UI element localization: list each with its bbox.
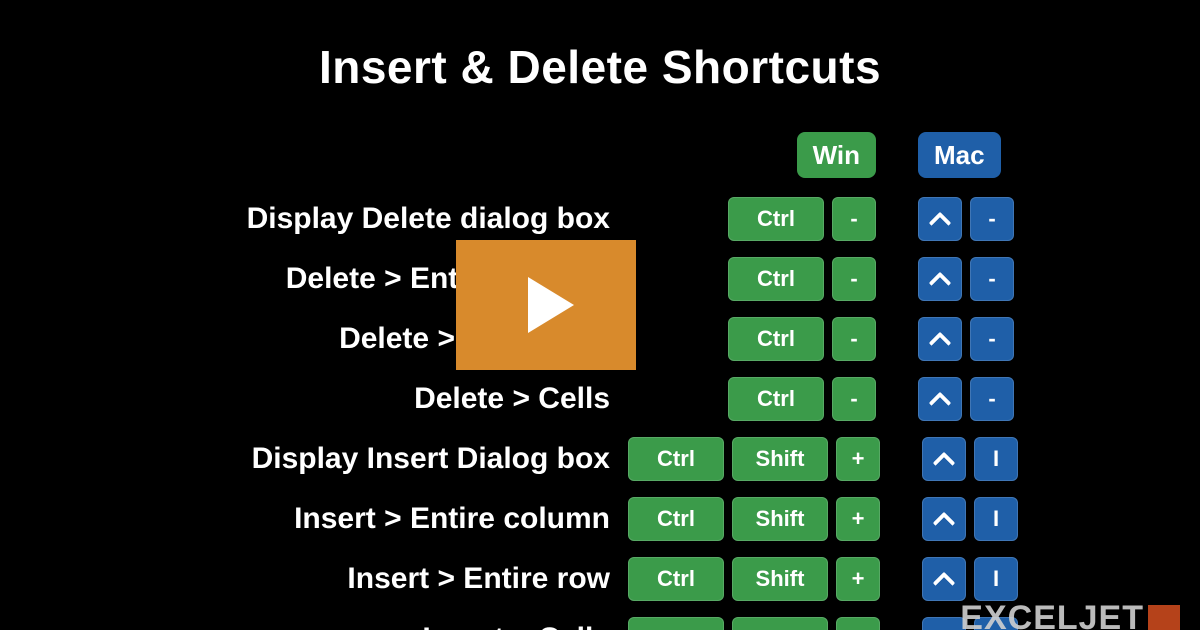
mac-keys: - [918,317,1066,361]
shortcut-label: Display Delete dialog box [0,202,628,236]
key--: - [970,377,1014,421]
mac-keys: - [918,197,1066,241]
header-win: Win [797,132,876,178]
key-^ [922,497,966,541]
watermark-text: EXCELJET [960,599,1144,630]
control-chevron-icon [933,568,955,590]
win-keys: Ctrl- [628,197,876,241]
key-^ [918,377,962,421]
play-icon [528,277,574,333]
header-mac: Mac [918,132,1001,178]
mac-keys: - [918,257,1066,301]
key-^ [918,317,962,361]
control-chevron-icon [929,328,951,350]
key-i: I [974,437,1018,481]
key--: - [832,317,876,361]
win-keys: Ctrl Shift + [628,617,880,630]
control-chevron-icon [929,208,951,230]
shortcut-label: Display Insert Dialog box [0,442,628,476]
shortcut-row: Display Delete dialog boxCtrl-- [0,194,1140,244]
shortcut-label: Insert > Cells [0,622,628,630]
shortcut-row: Delete > CellsCtrl-- [0,374,1140,424]
control-chevron-icon [929,268,951,290]
control-chevron-icon [929,388,951,410]
shortcut-row: Insert > Entire rowCtrlShift+ I [0,554,1140,604]
win-keys: Ctrl- [628,377,876,421]
key-ctrl: Ctrl [628,617,724,630]
key-^ [922,437,966,481]
key-i: I [974,497,1018,541]
key-ctrl: Ctrl [628,437,724,481]
win-keys: CtrlShift+ [628,497,880,541]
key-^ [918,197,962,241]
mac-keys: I [922,497,1070,541]
shortcut-label: Delete > Cells [0,382,628,416]
key-i: I [974,557,1018,601]
watermark-logo-icon [1148,605,1180,630]
mac-keys: - [918,377,1066,421]
key--: - [970,317,1014,361]
control-chevron-icon [933,508,955,530]
shortcut-row: Display Insert Dialog boxCtrlShift+ I [0,434,1140,484]
shortcut-table: Win Mac Display Delete dialog boxCtrl--D… [0,130,1200,630]
key-ctrl: Ctrl [728,197,824,241]
slide-title: Insert & Delete Shortcuts [0,0,1200,94]
key-+: + [836,437,880,481]
key-+: + [836,617,880,630]
control-chevron-icon [933,448,955,470]
key-shift: Shift [732,497,828,541]
win-keys: CtrlShift+ [628,557,880,601]
win-keys: Ctrl- [628,317,876,361]
mac-keys: I [922,437,1070,481]
mac-keys: I [922,557,1070,601]
key--: - [832,197,876,241]
key--: - [832,257,876,301]
key-shift: Shift [732,557,828,601]
key-ctrl: Ctrl [628,557,724,601]
shortcut-label: Insert > Entire column [0,502,628,536]
win-keys: CtrlShift+ [628,437,880,481]
play-button[interactable] [456,240,636,370]
key-^ [918,257,962,301]
shortcut-row: Insert > Entire columnCtrlShift+ I [0,494,1140,544]
key--: - [970,257,1014,301]
key-ctrl: Ctrl [728,377,824,421]
key-+: + [836,497,880,541]
key-ctrl: Ctrl [728,317,824,361]
key-ctrl: Ctrl [628,497,724,541]
watermark: EXCELJET [960,599,1180,630]
key-ctrl: Ctrl [728,257,824,301]
win-keys: Ctrl- [628,257,876,301]
header-row: Win Mac [0,130,1140,180]
key-shift: Shift [732,617,828,630]
key-+: + [836,557,880,601]
shortcut-label: Insert > Entire row [0,562,628,596]
key--: - [832,377,876,421]
key--: - [970,197,1014,241]
key-^ [922,557,966,601]
key-shift: Shift [732,437,828,481]
